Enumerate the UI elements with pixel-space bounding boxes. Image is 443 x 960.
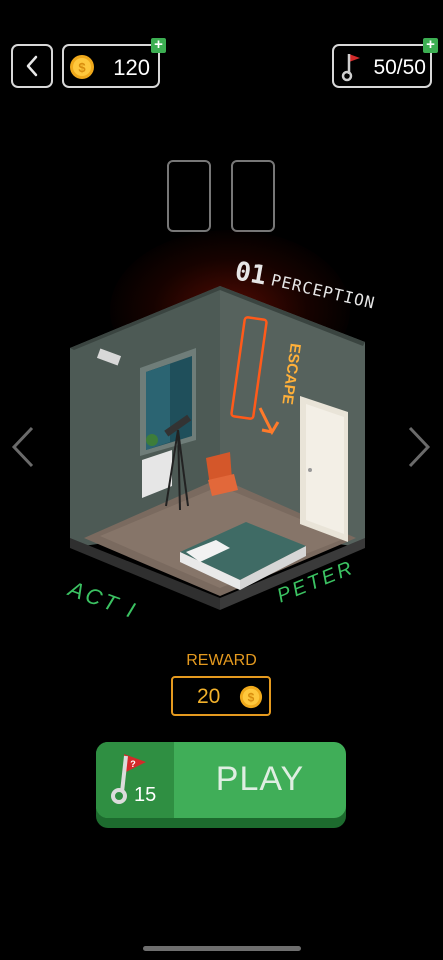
coin-icon: $ xyxy=(70,55,94,79)
plus-icon[interactable]: + xyxy=(151,37,166,53)
reward-box: 20 $ xyxy=(171,676,271,716)
play-key-cost: 15 xyxy=(134,784,157,806)
coin-count: 120 xyxy=(113,55,150,80)
chevron-left-icon[interactable] xyxy=(8,424,38,470)
coin-icon: $ xyxy=(239,685,263,709)
play-label: PLAY xyxy=(215,760,305,798)
key-count: 50/50 xyxy=(373,56,426,79)
key-balance[interactable]: 50/50 + xyxy=(332,37,438,88)
svg-text:$: $ xyxy=(78,60,86,75)
coin-balance[interactable]: $ 120 + xyxy=(62,37,166,88)
home-indicator[interactable] xyxy=(143,946,301,951)
play-button[interactable]: ? 15 PLAY xyxy=(96,742,346,818)
chevron-right-icon[interactable] xyxy=(404,424,434,470)
svg-text:?: ? xyxy=(130,759,136,769)
plus-icon[interactable]: + xyxy=(423,37,438,53)
play-cost-area: ? 15 xyxy=(96,742,174,818)
svg-text:$: $ xyxy=(248,691,255,705)
back-button[interactable] xyxy=(11,44,53,88)
reward-value: 20 xyxy=(197,685,221,708)
key-icon xyxy=(341,54,360,82)
item-slot xyxy=(231,160,275,232)
level-number: 01 xyxy=(232,256,269,292)
back-icon xyxy=(26,55,38,77)
item-slot xyxy=(167,160,211,232)
reward-title: REWARD xyxy=(186,652,257,669)
room-illustration[interactable]: ESCAPE xyxy=(60,280,380,610)
